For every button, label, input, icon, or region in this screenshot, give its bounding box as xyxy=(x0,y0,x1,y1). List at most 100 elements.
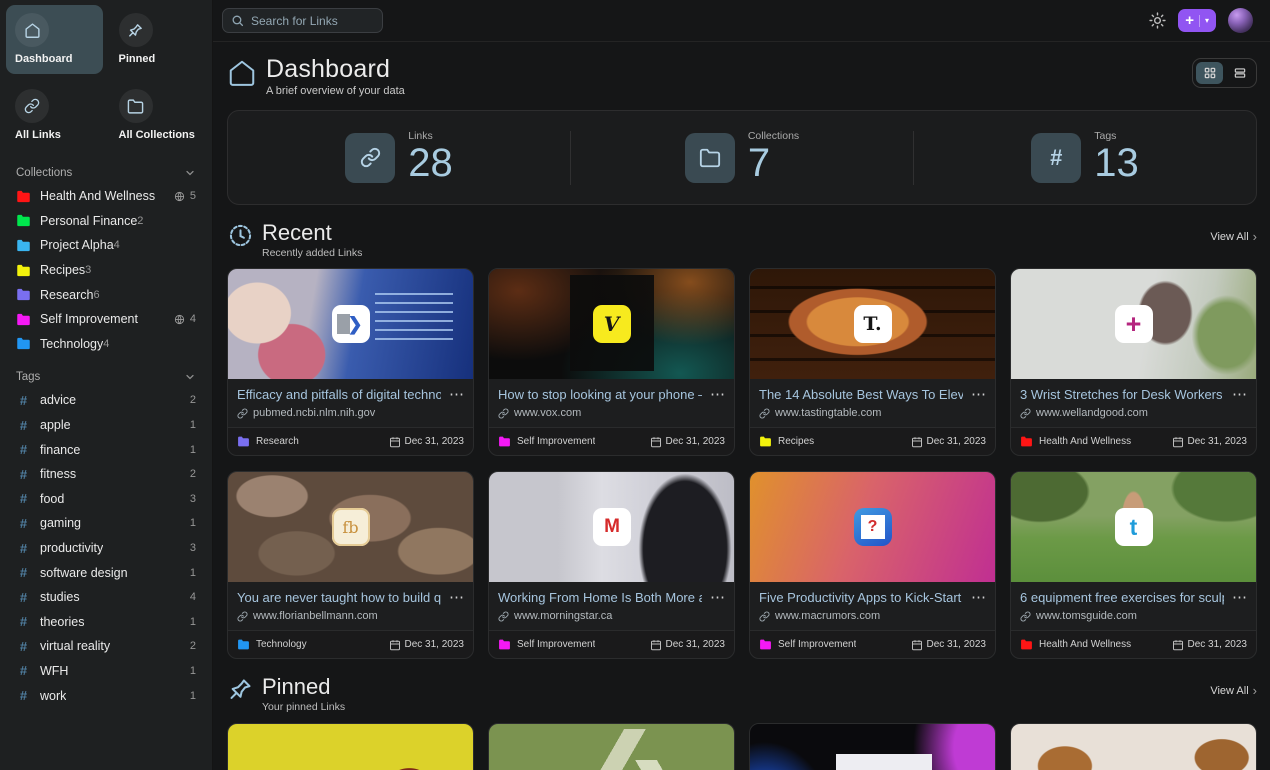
link-title[interactable]: Efficacy and pitfalls of digital technol… xyxy=(237,387,441,402)
tags-header[interactable]: Tags xyxy=(6,367,206,388)
link-title[interactable]: Five Productivity Apps to Kick-Start the… xyxy=(759,590,963,605)
link-date: Dec 31, 2023 xyxy=(405,639,465,650)
link-title[interactable]: Working From Home Is Both More and L... xyxy=(498,590,702,605)
link-card[interactable]: t 6 equipment free exercises for sculpti… xyxy=(1010,471,1257,659)
new-link-button[interactable]: + ▾ xyxy=(1178,9,1216,32)
collection-count: 4 xyxy=(114,239,120,251)
sidebar-item-pinned[interactable]: Pinned xyxy=(110,5,207,74)
collection-name[interactable]: Health And Wellness xyxy=(1039,639,1131,650)
collection-item[interactable]: Recipes 3 xyxy=(6,258,206,283)
recent-view-all-link[interactable]: View All › xyxy=(1210,230,1257,243)
hash-icon: # xyxy=(16,639,31,654)
pinned-link-card[interactable] xyxy=(1010,723,1257,770)
pinned-link-card[interactable] xyxy=(749,723,996,770)
collection-name[interactable]: Self Improvement xyxy=(517,639,595,650)
more-options-icon[interactable]: ⋯ xyxy=(710,387,725,402)
link-title[interactable]: 6 equipment free exercises for sculpting… xyxy=(1020,590,1224,605)
pin-icon xyxy=(119,13,153,47)
folder-icon xyxy=(16,287,31,302)
collection-item[interactable]: Project Alpha 4 xyxy=(6,233,206,258)
collection-name[interactable]: Self Improvement xyxy=(778,639,856,650)
link-url[interactable]: www.florianbellmann.com xyxy=(253,610,378,622)
more-options-icon[interactable]: ⋯ xyxy=(449,387,464,402)
tag-item[interactable]: # work 1 xyxy=(6,683,206,708)
tags-list: # advice 2 # apple 1 # finance 1 # fitne… xyxy=(6,388,206,708)
more-options-icon[interactable]: ⋯ xyxy=(1232,590,1247,605)
link-url[interactable]: www.macrumors.com xyxy=(775,610,880,622)
link-title[interactable]: The 14 Absolute Best Ways To Elevate Fr.… xyxy=(759,387,963,402)
link-title[interactable]: You are never taught how to build qualit… xyxy=(237,590,441,605)
collection-item[interactable]: Self Improvement 4 xyxy=(6,307,206,332)
link-url[interactable]: www.vox.com xyxy=(514,407,581,419)
link-url[interactable]: www.tomsguide.com xyxy=(1036,610,1137,622)
link-card[interactable]: V How to stop looking at your phone – Vo… xyxy=(488,268,735,456)
collection-item[interactable]: Research 6 xyxy=(6,282,206,307)
link-card[interactable]: ❯ Efficacy and pitfalls of digital techn… xyxy=(227,268,474,456)
link-card[interactable]: M Working From Home Is Both More and L..… xyxy=(488,471,735,659)
avatar[interactable] xyxy=(1228,8,1253,33)
link-date: Dec 31, 2023 xyxy=(927,436,987,447)
sidebar-item-all-links[interactable]: All Links xyxy=(6,81,103,150)
hash-icon: # xyxy=(1031,133,1081,183)
hash-icon: # xyxy=(16,491,31,506)
collection-item[interactable]: Health And Wellness 5 xyxy=(6,184,206,209)
stat-value: 13 xyxy=(1094,142,1139,185)
tag-item[interactable]: # virtual reality 2 xyxy=(6,634,206,659)
pinned-link-card[interactable] xyxy=(227,723,474,770)
caret-down-icon[interactable]: ▾ xyxy=(1205,16,1209,25)
tag-item[interactable]: # productivity 3 xyxy=(6,536,206,561)
stat-links: Links 28 xyxy=(228,130,570,185)
link-icon xyxy=(759,611,770,622)
tag-item[interactable]: # apple 1 xyxy=(6,413,206,438)
link-card[interactable]: fb You are never taught how to build qua… xyxy=(227,471,474,659)
tag-count: 1 xyxy=(190,567,196,579)
tag-item[interactable]: # finance 1 xyxy=(6,437,206,462)
collection-name[interactable]: Research xyxy=(256,436,299,447)
link-card[interactable]: T. The 14 Absolute Best Ways To Elevate … xyxy=(749,268,996,456)
tag-item[interactable]: # food 3 xyxy=(6,487,206,512)
collection-name[interactable]: Health And Wellness xyxy=(1039,436,1131,447)
grid-view-button[interactable] xyxy=(1196,62,1223,84)
link-date: Dec 31, 2023 xyxy=(1188,436,1248,447)
link-card[interactable]: ? Five Productivity Apps to Kick-Start t… xyxy=(749,471,996,659)
more-options-icon[interactable]: ⋯ xyxy=(971,387,986,402)
link-url[interactable]: www.tastingtable.com xyxy=(775,407,881,419)
tag-item[interactable]: # gaming 1 xyxy=(6,511,206,536)
more-options-icon[interactable]: ⋯ xyxy=(1232,387,1247,402)
sidebar-item-dashboard[interactable]: Dashboard xyxy=(6,5,103,74)
sidebar-item-all-collections[interactable]: All Collections xyxy=(110,81,207,150)
collection-item[interactable]: Personal Finance 2 xyxy=(6,209,206,234)
pinned-link-card[interactable] xyxy=(488,723,735,770)
search-input[interactable]: Search for Links xyxy=(222,8,383,33)
collection-name[interactable]: Technology xyxy=(256,639,307,650)
collection-item[interactable]: Technology 4 xyxy=(6,332,206,357)
link-date: Dec 31, 2023 xyxy=(405,436,465,447)
link-card[interactable]: + 3 Wrist Stretches for Desk Workers to … xyxy=(1010,268,1257,456)
tag-item[interactable]: # WFH 1 xyxy=(6,659,206,684)
more-options-icon[interactable]: ⋯ xyxy=(449,590,464,605)
link-title[interactable]: 3 Wrist Stretches for Desk Workers to D.… xyxy=(1020,387,1224,402)
tag-item[interactable]: # studies 4 xyxy=(6,585,206,610)
site-favicon-badge: ? xyxy=(854,508,892,546)
collection-name: Health And Wellness xyxy=(40,189,155,203)
link-url[interactable]: pubmed.ncbi.nlm.nih.gov xyxy=(253,407,375,419)
pinned-view-all-link[interactable]: View All › xyxy=(1210,684,1257,697)
tags-header-label: Tags xyxy=(16,371,40,383)
link-url[interactable]: www.wellandgood.com xyxy=(1036,407,1148,419)
link-url[interactable]: www.morningstar.ca xyxy=(514,610,612,622)
tag-count: 4 xyxy=(190,591,196,603)
tag-item[interactable]: # theories 1 xyxy=(6,610,206,635)
tag-item[interactable]: # fitness 2 xyxy=(6,462,206,487)
theme-toggle-sun-icon[interactable] xyxy=(1149,12,1166,29)
tag-item[interactable]: # software design 1 xyxy=(6,560,206,585)
globe-icon xyxy=(174,314,185,325)
pin-icon xyxy=(227,676,254,703)
more-options-icon[interactable]: ⋯ xyxy=(971,590,986,605)
collection-name[interactable]: Recipes xyxy=(778,436,814,447)
more-options-icon[interactable]: ⋯ xyxy=(710,590,725,605)
collections-header[interactable]: Collections xyxy=(6,163,206,184)
link-title[interactable]: How to stop looking at your phone – Vox xyxy=(498,387,702,402)
collection-name[interactable]: Self Improvement xyxy=(517,436,595,447)
list-view-button[interactable] xyxy=(1226,62,1253,84)
tag-item[interactable]: # advice 2 xyxy=(6,388,206,413)
